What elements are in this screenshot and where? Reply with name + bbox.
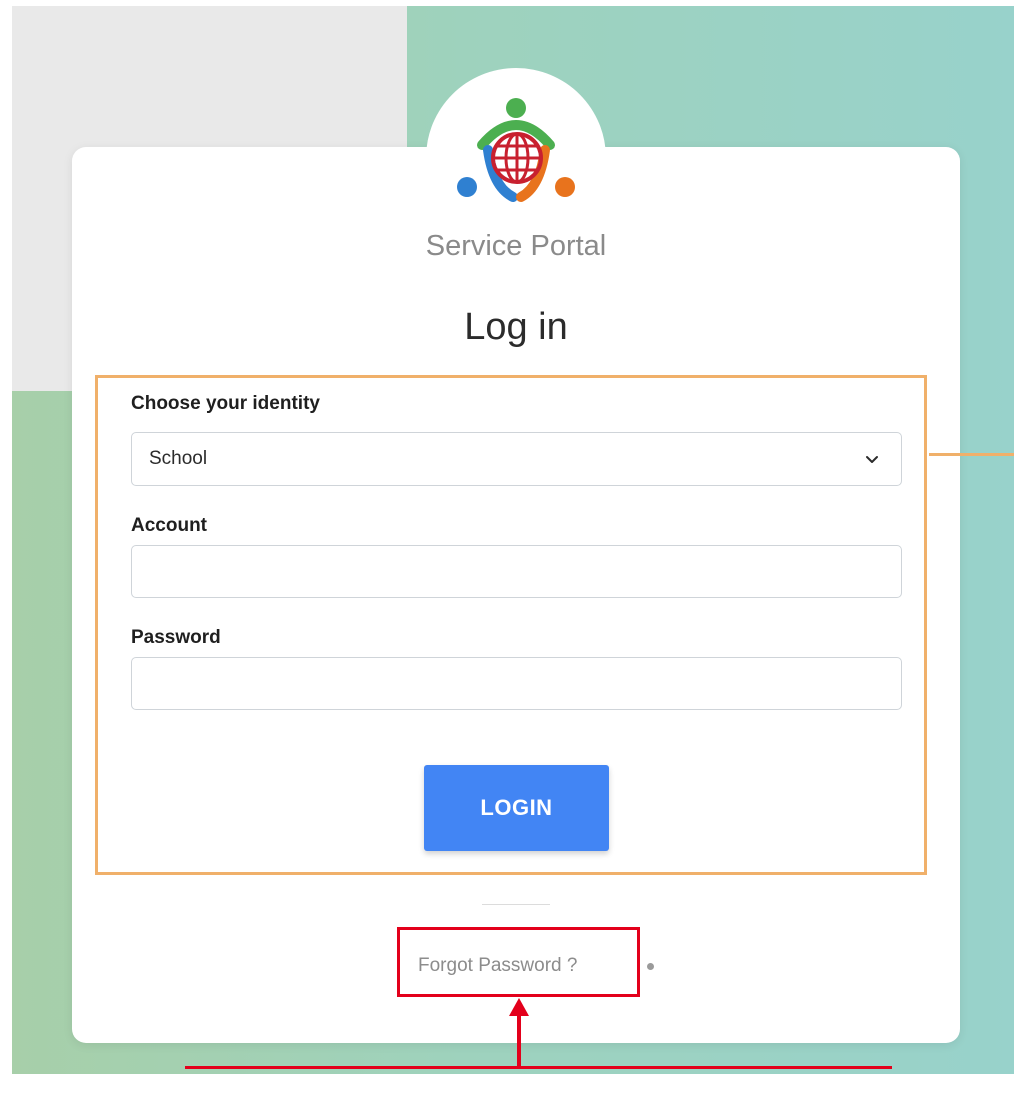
portal-name: Service Portal [425, 230, 607, 262]
account-input[interactable] [131, 545, 902, 598]
highlight-connector-line [929, 453, 1014, 456]
arrow-shaft [517, 1012, 521, 1068]
account-label: Account [131, 515, 207, 536]
password-label: Password [131, 627, 221, 648]
bottom-margin [0, 1074, 1014, 1094]
separator-dot [647, 963, 654, 970]
page-title: Log in [464, 306, 568, 348]
forgot-password-link[interactable]: Forgot Password ? [418, 955, 577, 977]
service-portal-logo-icon [457, 98, 575, 202]
chevron-down-icon [866, 456, 878, 463]
annotation-bottom-line [185, 1066, 892, 1069]
identity-select-value: School [149, 448, 208, 469]
password-input[interactable] [131, 657, 902, 710]
footer-divider [482, 904, 550, 905]
login-button[interactable]: LOGIN [424, 765, 609, 851]
identity-label: Choose your identity [131, 393, 320, 414]
identity-select[interactable]: School [131, 432, 902, 486]
